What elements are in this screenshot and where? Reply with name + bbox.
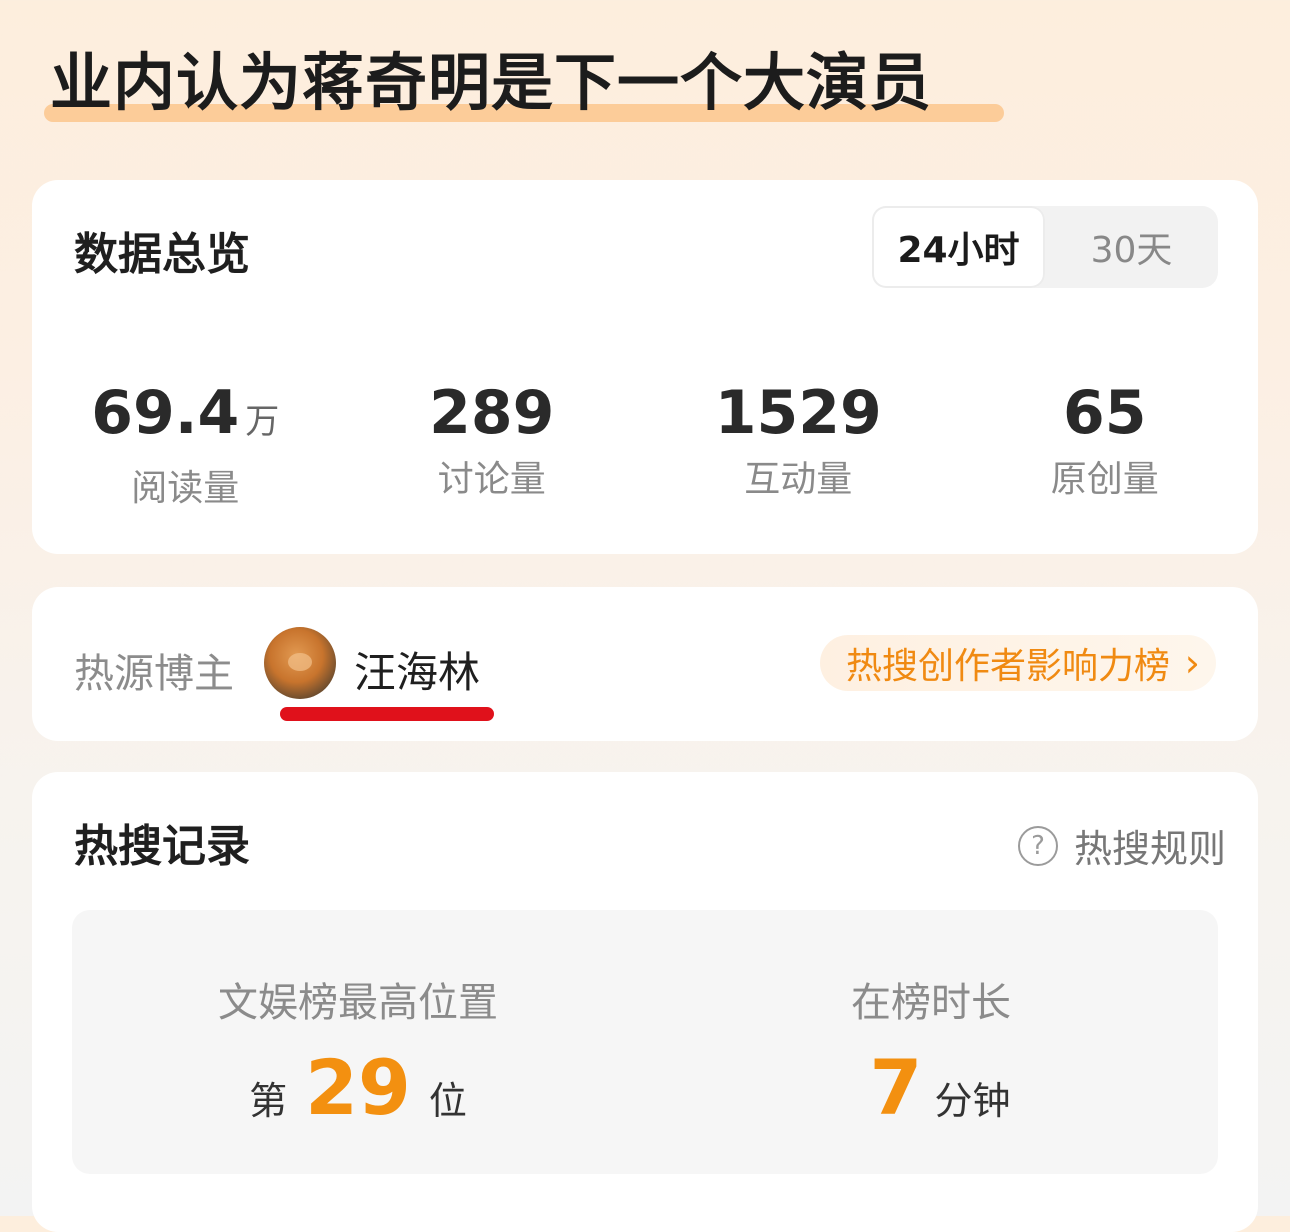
stat-interactions: 1529 互动量 (645, 380, 952, 511)
records-title: 热搜记录 (74, 821, 250, 872)
stat-reads-unit: 万 (245, 402, 280, 442)
stat-reads-label: 阅读量 (131, 468, 240, 509)
source-card: 热源博主 汪海林 热搜创作者影响力榜 › (32, 587, 1258, 741)
stat-discussions: 289 讨论量 (339, 380, 646, 511)
overview-card: 数据总览 24小时 30天 69.4 万 阅读量 289 讨论量 1529 互动量… (32, 180, 1258, 554)
avatar-cat-icon[interactable] (264, 627, 336, 699)
stat-interactions-label: 互动量 (744, 459, 853, 500)
chevron-right-icon: › (1184, 641, 1200, 685)
tab-30d[interactable]: 30天 (1045, 206, 1218, 288)
duration-title: 在榜时长 (851, 980, 1011, 1026)
red-underline-annotation (280, 707, 494, 721)
stat-discussions-label: 讨论量 (437, 459, 546, 500)
records-panel: 文娱榜最高位置 第 29 位 在榜时长 7 分钟 (72, 910, 1218, 1174)
stat-discussions-value: 289 (429, 378, 555, 448)
stats-row: 69.4 万 阅读量 289 讨论量 1529 互动量 65 原创量 (32, 380, 1258, 511)
rules-label: 热搜规则 (1073, 827, 1226, 871)
stat-reads: 69.4 万 阅读量 (32, 380, 339, 511)
tab-24h[interactable]: 24小时 (872, 206, 1045, 288)
stat-originals-label: 原创量 (1050, 459, 1159, 500)
position-suffix: 位 (428, 1079, 467, 1123)
page-title: 业内认为蒋奇明是下一个大演员 (50, 46, 933, 119)
avatar-face (288, 653, 312, 671)
duration-suffix: 分钟 (934, 1079, 1011, 1123)
highest-position-block: 文娱榜最高位置 第 29 位 (72, 970, 644, 1128)
highest-position-value-row: 第 29 位 (72, 1048, 644, 1128)
stat-reads-value: 69.4 万 (91, 378, 280, 448)
rank-link-label: 热搜创作者影响力榜 (845, 646, 1170, 687)
records-card: 热搜记录 ? 热搜规则 文娱榜最高位置 第 29 位 在榜时长 7 分钟 (32, 772, 1258, 1232)
stat-originals-value: 65 (1063, 378, 1147, 448)
headline-container: 业内认为蒋奇明是下一个大演员 (44, 38, 1004, 128)
highest-position-title: 文娱榜最高位置 (218, 980, 498, 1026)
time-range-switch: 24小时 30天 (872, 206, 1218, 288)
position-prefix: 第 (249, 1079, 288, 1123)
highest-position-value: 29 (305, 1043, 411, 1132)
source-blogger-name[interactable]: 汪海林 (354, 639, 480, 700)
overview-title: 数据总览 (74, 229, 250, 280)
duration-block: 在榜时长 7 分钟 (644, 970, 1218, 1128)
source-label: 热源博主 (74, 651, 234, 697)
creator-influence-rank-link[interactable]: 热搜创作者影响力榜 › (819, 635, 1216, 691)
duration-value: 7 (869, 1043, 923, 1132)
hot-search-rules-link[interactable]: ? 热搜规则 (1017, 818, 1226, 873)
stat-interactions-value: 1529 (714, 378, 882, 448)
question-icon: ? (1017, 825, 1058, 866)
duration-value-row: 7 分钟 (644, 1048, 1218, 1128)
stat-originals: 65 原创量 (952, 380, 1259, 511)
